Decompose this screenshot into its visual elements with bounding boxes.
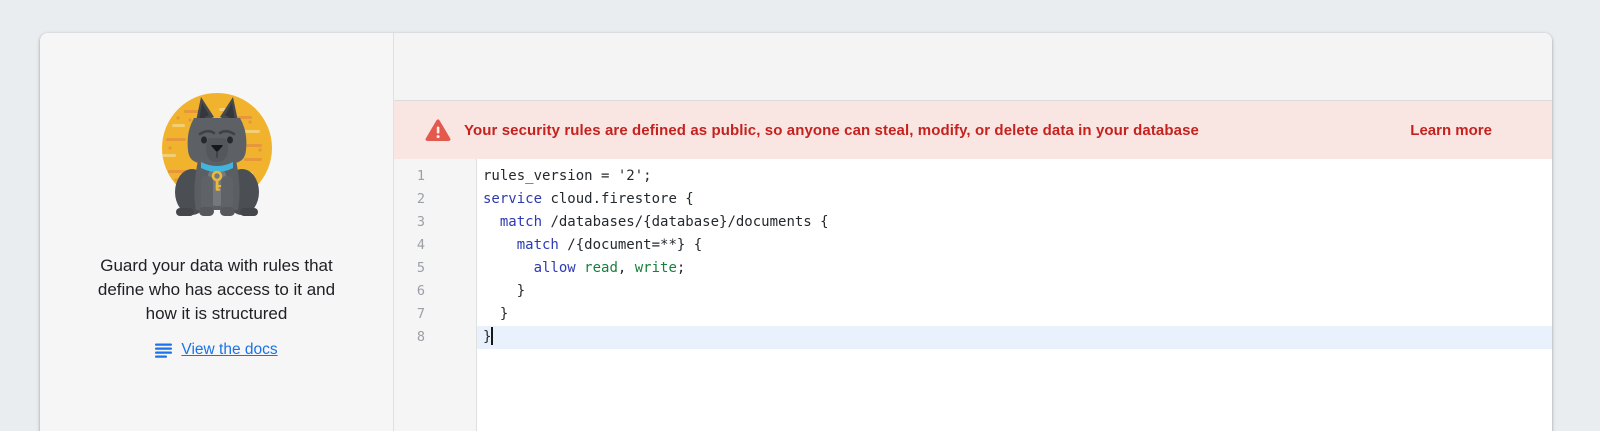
code-token: write xyxy=(635,260,677,276)
code-line-6[interactable]: } xyxy=(477,280,1552,303)
line-number: 6 xyxy=(394,280,476,303)
line-number: 1 xyxy=(394,165,476,188)
editor-toolbar xyxy=(394,33,1552,101)
code-token: /{document=**} { xyxy=(559,237,702,253)
code-token: cloud.firestore { xyxy=(542,191,694,207)
rules-description-line: define who has access to it and xyxy=(98,278,335,302)
text-cursor xyxy=(491,327,493,345)
code-token: match xyxy=(517,237,559,253)
code-token: , xyxy=(618,260,635,276)
code-token: allow xyxy=(534,260,576,276)
code-line-3[interactable]: match /databases/{database}/documents { xyxy=(477,211,1552,234)
docs-list-icon xyxy=(155,343,173,358)
code-area[interactable]: rules_version = '2'; service cloud.firest… xyxy=(477,159,1552,431)
code-editor[interactable]: 12345678 rules_version = '2'; service clo… xyxy=(394,159,1552,431)
rules-description: Guard your data with rules that define w… xyxy=(98,254,335,326)
code-token xyxy=(576,260,584,276)
line-number: 8 xyxy=(394,326,476,349)
line-number: 5 xyxy=(394,257,476,280)
line-number: 2 xyxy=(394,188,476,211)
code-token: /databases/{database}/documents { xyxy=(542,214,829,230)
code-token: rules_version = '2'; xyxy=(483,168,652,184)
line-number: 7 xyxy=(394,303,476,326)
rules-card: Guard your data with rules that define w… xyxy=(40,33,1552,431)
learn-more-link[interactable]: Learn more xyxy=(1410,122,1492,139)
warning-message: Your security rules are defined as publi… xyxy=(464,122,1199,139)
code-token: } xyxy=(483,329,491,345)
rules-description-line: how it is structured xyxy=(98,302,335,326)
code-line-5[interactable]: allow read, write; xyxy=(477,257,1552,280)
line-number: 3 xyxy=(394,211,476,234)
code-token xyxy=(483,260,534,276)
view-docs-label: View the docs xyxy=(181,341,277,359)
security-warning-banner: Your security rules are defined as publi… xyxy=(394,101,1552,159)
code-token: read xyxy=(584,260,618,276)
code-line-2[interactable]: service cloud.firestore { xyxy=(477,188,1552,211)
rules-editor-panel: Your security rules are defined as publi… xyxy=(394,33,1552,431)
code-token: match xyxy=(500,214,542,230)
code-token: } xyxy=(483,283,525,299)
code-token: service xyxy=(483,191,542,207)
code-line-7[interactable]: } xyxy=(477,303,1552,326)
rules-info-panel: Guard your data with rules that define w… xyxy=(40,33,394,431)
guard-dog-illustration xyxy=(156,90,278,218)
code-token: ; xyxy=(677,260,685,276)
rules-description-line: Guard your data with rules that xyxy=(98,254,335,278)
code-token xyxy=(483,237,517,253)
gutter: 12345678 xyxy=(394,159,477,431)
line-number: 4 xyxy=(394,234,476,257)
code-token: } xyxy=(483,306,508,322)
code-line-1[interactable]: rules_version = '2'; xyxy=(477,165,1552,188)
view-docs-link[interactable]: View the docs xyxy=(155,341,277,359)
warning-triangle-icon xyxy=(425,119,451,142)
code-token xyxy=(483,214,500,230)
code-line-4[interactable]: match /{document=**} { xyxy=(477,234,1552,257)
code-line-8[interactable]: } xyxy=(477,326,1552,349)
